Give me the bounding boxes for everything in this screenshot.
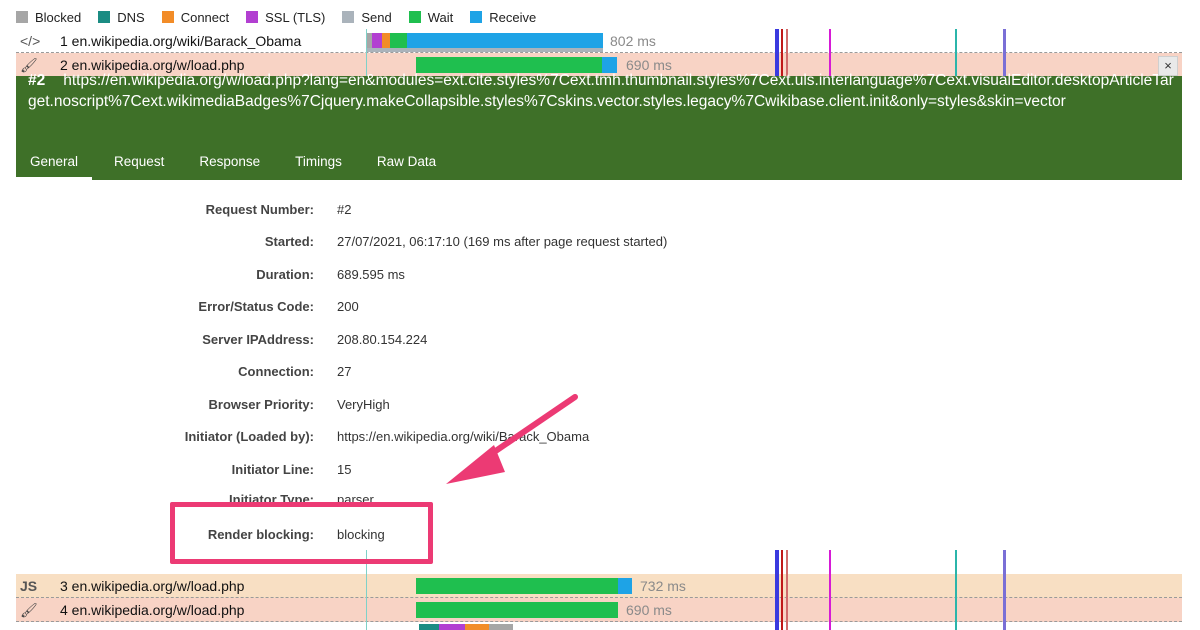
dns-swatch bbox=[98, 11, 111, 23]
wait-segment bbox=[416, 578, 618, 594]
legend-label: Receive bbox=[489, 9, 537, 25]
request-tag: #2 bbox=[28, 72, 46, 89]
connect-swatch bbox=[161, 11, 174, 23]
html-icon: </> bbox=[20, 33, 41, 49]
row-url: 4 en.wikipedia.org/w/load.php bbox=[60, 602, 245, 618]
legend-item-receive: Receive bbox=[470, 10, 536, 25]
waterfall-legend: Blocked DNS Connect SSL (TLS) Send Wait … bbox=[16, 8, 553, 26]
row-url: 1 en.wikipedia.org/wiki/Barack_Obama bbox=[60, 33, 302, 49]
detail-value: 27/07/2021, 06:17:10 (169 ms after page … bbox=[337, 234, 668, 249]
timeline-marker bbox=[781, 550, 783, 630]
detail-label: Connection: bbox=[238, 364, 314, 379]
waterfall-row[interactable]: </> 1 en.wikipedia.org/wiki/Barack_Obama… bbox=[16, 29, 1182, 53]
detail-row-initiator: Initiator (Loaded by): https://en.wikiped… bbox=[16, 429, 1182, 449]
legend-label: Connect bbox=[180, 9, 230, 25]
timeline-marker bbox=[829, 550, 831, 630]
request-url: #2 https://en.wikipedia.org/w/load.php?la… bbox=[28, 70, 1178, 112]
tab-request[interactable]: Request bbox=[114, 146, 164, 180]
ssl-segment bbox=[372, 33, 382, 49]
brush-icon: 🖌 bbox=[20, 602, 38, 618]
connect-segment bbox=[465, 624, 489, 630]
request-details-header: #2 https://en.wikipedia.org/w/load.php?la… bbox=[16, 72, 1182, 180]
request-url-text: https://en.wikipedia.org/w/load.php?lang… bbox=[28, 72, 1174, 110]
blocked-swatch bbox=[16, 11, 28, 23]
detail-row-server-ip: Server IPAddress: 208.80.154.224 bbox=[16, 332, 1182, 352]
row-duration: 732 ms bbox=[640, 578, 686, 594]
wait-swatch bbox=[408, 11, 421, 23]
receive-segment bbox=[407, 33, 603, 49]
timeline-marker bbox=[955, 550, 957, 630]
ssl-segment bbox=[439, 624, 465, 630]
detail-value: 27 bbox=[337, 364, 352, 379]
ssl-swatch bbox=[246, 11, 259, 23]
waterfall-row[interactable]: 🖌 4 en.wikipedia.org/w/load.php 690 ms bbox=[16, 598, 1182, 622]
tab-raw-data[interactable]: Raw Data bbox=[377, 146, 436, 180]
timeline-marker bbox=[1003, 550, 1006, 630]
row-duration: 802 ms bbox=[610, 33, 656, 49]
wait-segment bbox=[390, 33, 407, 49]
detail-label: Initiator Line: bbox=[231, 462, 314, 477]
wait-segment bbox=[416, 602, 618, 618]
request-details-general: Request Number: #2 Started: 27/07/2021, 06… bbox=[16, 180, 1182, 550]
detail-value: 689.595 ms bbox=[337, 267, 405, 282]
detail-row-browser-priority: Browser Priority: VeryHigh bbox=[16, 397, 1182, 417]
legend-item-ssl: SSL (TLS) bbox=[246, 10, 325, 25]
receive-swatch bbox=[470, 11, 483, 23]
legend-label: Send bbox=[361, 9, 392, 25]
detail-label: Server IPAddress: bbox=[202, 332, 314, 347]
detail-row-initiator-line: Initiator Line: 15 bbox=[16, 462, 1182, 482]
detail-label: Request Number: bbox=[205, 202, 314, 217]
dns-segment bbox=[419, 624, 439, 630]
detail-row-status-code: Error/Status Code: 200 bbox=[16, 299, 1182, 319]
legend-item-wait: Wait bbox=[408, 9, 454, 25]
legend-item-send: Send bbox=[342, 9, 392, 25]
tab-response[interactable]: Response bbox=[199, 146, 260, 180]
tab-general[interactable]: General bbox=[16, 146, 93, 180]
legend-label: DNS bbox=[117, 9, 145, 25]
detail-label: Error/Status Code: bbox=[198, 299, 314, 314]
detail-value: VeryHigh bbox=[337, 397, 390, 412]
detail-row-started: Started: 27/07/2021, 06:17:10 (169 ms aft… bbox=[16, 234, 1182, 254]
timeline-marker bbox=[786, 550, 788, 630]
details-tabs: General Request Response Timings Raw Dat… bbox=[16, 146, 471, 180]
timeline-marker bbox=[775, 550, 779, 630]
connect-segment bbox=[382, 33, 390, 49]
detail-value: 200 bbox=[337, 299, 359, 314]
close-icon[interactable]: × bbox=[1158, 56, 1178, 76]
detail-value: #2 bbox=[337, 202, 352, 217]
detail-label: Duration: bbox=[256, 267, 314, 282]
send-swatch bbox=[342, 11, 355, 23]
send-segment bbox=[366, 48, 603, 52]
partial-row bbox=[16, 622, 1182, 630]
detail-row-connection: Connection: 27 bbox=[16, 364, 1182, 384]
legend-label: SSL (TLS) bbox=[265, 9, 326, 25]
legend-item-blocked: Blocked bbox=[16, 10, 81, 25]
detail-value: 208.80.154.224 bbox=[337, 332, 428, 347]
detail-label: Browser Priority: bbox=[208, 397, 314, 412]
waterfall-row[interactable]: JS 3 en.wikipedia.org/w/load.php 732 ms bbox=[16, 574, 1182, 598]
legend-item-connect: Connect bbox=[161, 9, 230, 25]
detail-label: Started: bbox=[264, 234, 314, 249]
detail-value: https://en.wikipedia.org/wiki/Barack_Oba… bbox=[337, 429, 590, 444]
legend-item-dns: DNS bbox=[98, 9, 145, 25]
row-url: 3 en.wikipedia.org/w/load.php bbox=[60, 578, 245, 594]
receive-segment bbox=[618, 578, 632, 594]
tab-timings[interactable]: Timings bbox=[295, 146, 342, 180]
render-blocking-highlight bbox=[170, 502, 433, 564]
legend-label: Blocked bbox=[35, 9, 82, 25]
detail-label: Initiator (Loaded by): bbox=[184, 429, 314, 444]
js-icon: JS bbox=[20, 578, 38, 594]
detail-row-request-number: Request Number: #2 bbox=[16, 202, 1182, 222]
detail-row-duration: Duration: 689.595 ms bbox=[16, 267, 1182, 287]
detail-value: 15 bbox=[337, 462, 352, 477]
legend-label: Wait bbox=[427, 9, 454, 25]
blocked-segment bbox=[489, 624, 513, 630]
row-duration: 690 ms bbox=[626, 602, 672, 618]
